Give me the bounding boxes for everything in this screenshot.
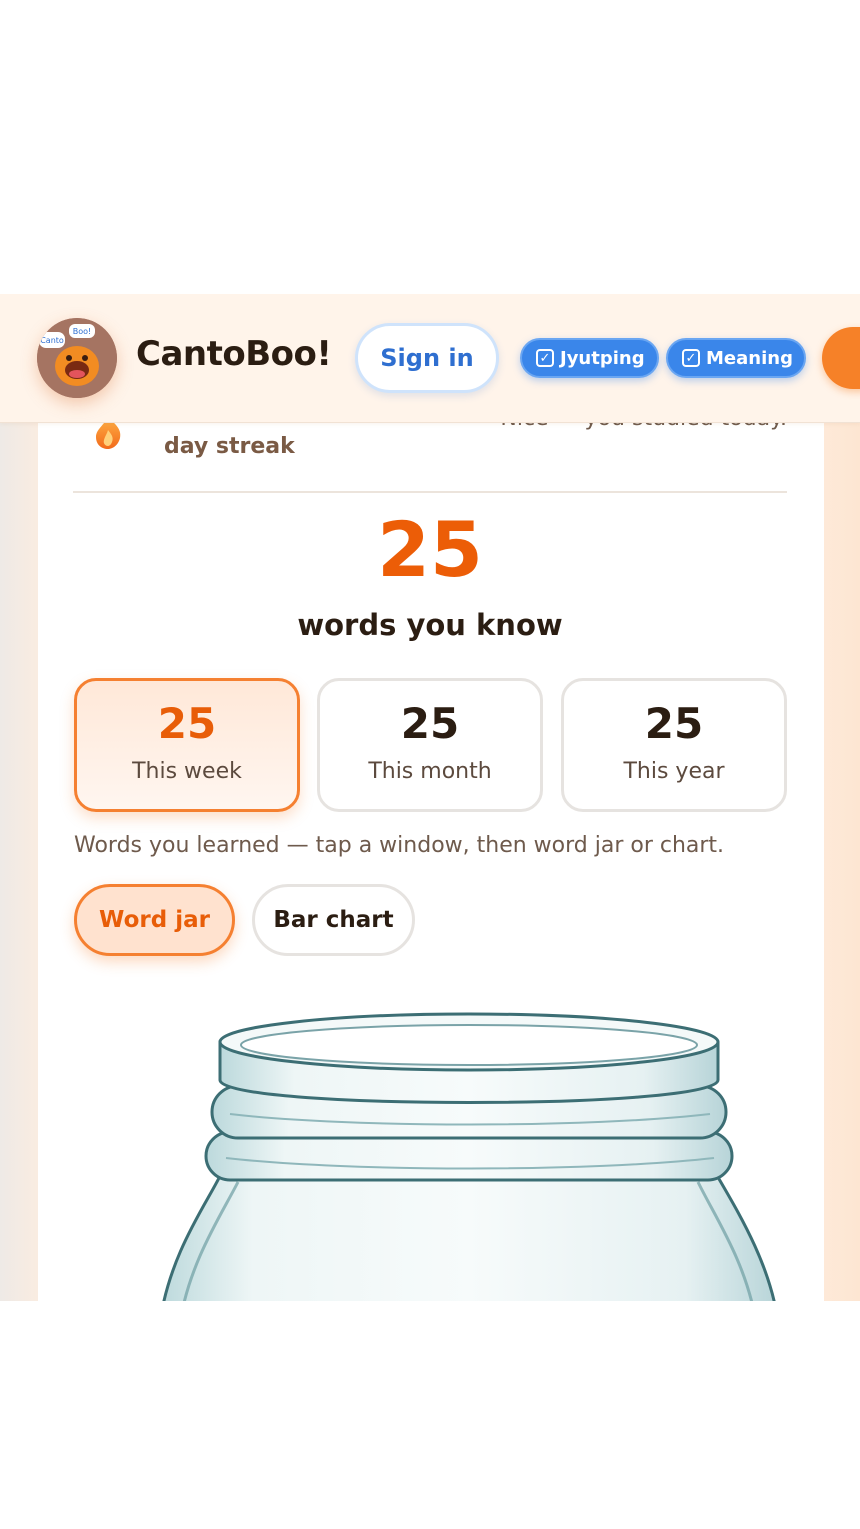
jyutping-toggle[interactable]: ✓ Jyutping (520, 338, 659, 378)
top-header: Canto Boo! CantoBoo! Sign in ✓ Jyutping … (0, 294, 860, 423)
logo-text-left: Canto (40, 336, 64, 345)
brand-name[interactable]: CantoBoo! (136, 334, 332, 374)
menu-button[interactable] (822, 327, 860, 389)
window-this-year[interactable]: 25 This year (561, 678, 787, 812)
window-label: This year (623, 759, 725, 784)
window-label: This month (368, 759, 492, 784)
window-count: 25 (644, 699, 704, 748)
window-this-month[interactable]: 25 This month (317, 678, 543, 812)
streak-label: day streak (164, 434, 295, 459)
app-logo[interactable]: Canto Boo! (37, 318, 117, 398)
window-label: This week (132, 759, 242, 784)
sign-in-button[interactable]: Sign in (355, 323, 499, 393)
divider (73, 491, 787, 493)
checkbox-icon: ✓ (536, 349, 554, 367)
mascot-icon: Canto Boo! (37, 318, 117, 398)
window-count: 25 (400, 699, 460, 748)
meaning-toggle-label: Meaning (706, 347, 793, 369)
logo-text-right: Boo! (73, 327, 91, 336)
meaning-toggle[interactable]: ✓ Meaning (666, 338, 806, 378)
window-count: 25 (157, 699, 217, 748)
checkbox-icon: ✓ (682, 349, 700, 367)
jyutping-toggle-label: Jyutping (560, 347, 645, 369)
bar-chart-button[interactable]: Bar chart (252, 884, 415, 956)
window-this-week[interactable]: 25 This week (74, 678, 300, 812)
hint-text: Words you learned — tap a window, then w… (74, 833, 725, 858)
total-words-label: words you know (297, 608, 563, 642)
word-jar-button[interactable]: Word jar (74, 884, 235, 956)
app-viewport: day streak Nice — you studied today. 25 … (0, 294, 860, 1301)
word-jar-illustration (162, 1012, 776, 1301)
total-words-count: 25 (377, 505, 483, 594)
